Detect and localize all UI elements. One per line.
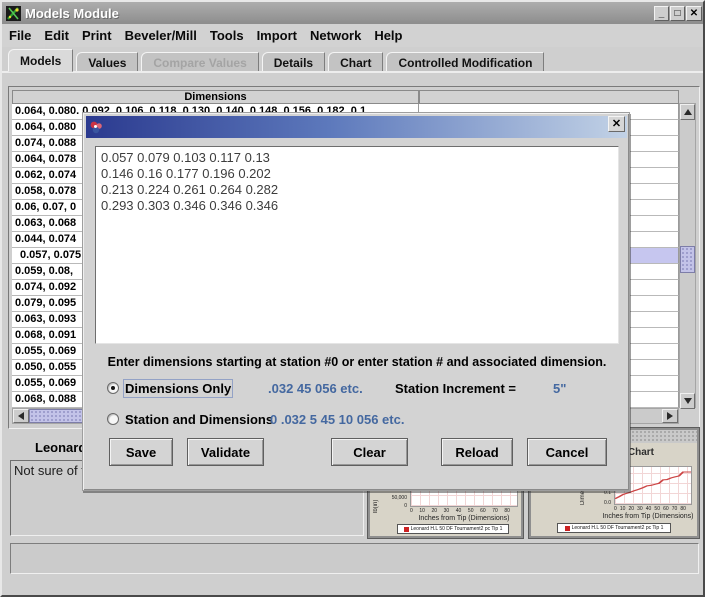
dimensions-only-label[interactable]: Dimensions Only <box>125 381 231 396</box>
tab-compare-values: Compare Values <box>141 52 258 72</box>
arrow-up-icon <box>684 109 692 115</box>
dimensions-textarea[interactable]: 0.057 0.079 0.103 0.117 0.13 0.146 0.16 … <box>95 146 619 344</box>
close-button[interactable]: ✕ <box>686 6 702 21</box>
menu-bar: File Edit Print Beveler/Mill Tools Impor… <box>2 24 703 47</box>
dialog-titlebar <box>86 116 627 138</box>
station-increment-label: Station Increment = <box>395 381 516 396</box>
tab-controlled-modification[interactable]: Controlled Modification <box>386 52 544 72</box>
left-legend-text: Leonard H.L 50 DF Tournament2 pc Tip 1 <box>411 526 503 532</box>
scroll-left-button[interactable] <box>13 409 29 423</box>
right-chart-xticks: 01020304050607080 <box>614 506 686 512</box>
app-icon <box>6 6 21 21</box>
right-legend-text: Leonard H.L 50 DF Tournament2 pc Tip 1 <box>572 525 664 531</box>
x-tick: 0 <box>614 506 617 512</box>
legend-swatch-icon <box>565 526 570 531</box>
right-ytick-1: 0.0 <box>585 500 611 506</box>
menu-beveler-mill[interactable]: Beveler/Mill <box>125 28 197 43</box>
vertical-scroll-thumb[interactable] <box>680 246 695 273</box>
tab-content-divider <box>2 71 703 73</box>
menu-print[interactable]: Print <box>82 28 112 43</box>
legend-swatch-icon <box>404 527 409 532</box>
x-tick: 20 <box>432 508 438 514</box>
cancel-button[interactable]: Cancel <box>527 438 607 466</box>
left-ytick-2: 0 <box>381 503 407 509</box>
comment-text: Not sure of t <box>14 463 85 478</box>
minimize-button[interactable]: _ <box>654 6 669 21</box>
model-name-label: Leonard <box>35 440 86 455</box>
dialog-instruction: Enter dimensions starting at station #0 … <box>95 355 619 369</box>
dialog-close-button[interactable]: ✕ <box>608 116 625 132</box>
menu-tools[interactable]: Tools <box>210 28 244 43</box>
x-tick: 80 <box>680 506 686 512</box>
arrow-left-icon <box>18 412 24 420</box>
reload-button[interactable]: Reload <box>441 438 513 466</box>
x-tick: 0 <box>410 508 413 514</box>
save-button[interactable]: Save <box>109 438 173 466</box>
left-chart-legend: Leonard H.L 50 DF Tournament2 pc Tip 1 <box>397 524 509 534</box>
x-tick: 80 <box>504 508 510 514</box>
left-ytick-1: 50,000 <box>381 495 407 501</box>
textarea-line: 0.213 0.224 0.261 0.264 0.282 <box>101 182 613 198</box>
menu-edit[interactable]: Edit <box>44 28 69 43</box>
tab-values[interactable]: Values <box>76 52 138 72</box>
x-tick: 10 <box>620 506 626 512</box>
maximize-button[interactable]: □ <box>670 6 685 21</box>
x-tick: 40 <box>456 508 462 514</box>
x-tick: 60 <box>663 506 669 512</box>
x-tick: 30 <box>637 506 643 512</box>
textarea-line: 0.146 0.16 0.177 0.196 0.202 <box>101 166 613 182</box>
menu-file[interactable]: File <box>9 28 31 43</box>
clear-button[interactable]: Clear <box>331 438 408 466</box>
title-bar: Models Module <box>2 2 703 24</box>
left-chart-xlabel: Inches from Tip (Dimensions) <box>410 515 518 522</box>
left-chart-xticks: 0 10 20 30 40 50 60 70 80 <box>410 508 510 514</box>
textarea-line: 0.057 0.079 0.103 0.117 0.13 <box>101 150 613 166</box>
x-tick: 20 <box>629 506 635 512</box>
station-increment-value: 5" <box>553 381 566 396</box>
values-column-header[interactable] <box>419 90 679 104</box>
dimensions-only-example: .032 45 056 etc. <box>268 381 363 396</box>
x-tick: 40 <box>646 506 652 512</box>
arrow-right-icon <box>667 412 673 420</box>
x-tick: 10 <box>419 508 425 514</box>
scroll-down-button[interactable] <box>680 393 695 409</box>
x-tick: 70 <box>672 506 678 512</box>
x-tick: 70 <box>492 508 498 514</box>
vertical-scrollbar[interactable] <box>679 103 696 408</box>
arrow-down-icon <box>684 398 692 404</box>
scroll-up-button[interactable] <box>680 104 695 120</box>
scroll-right-button[interactable] <box>662 409 678 423</box>
tab-models[interactable]: Models <box>8 49 73 72</box>
window-title: Models Module <box>25 6 119 21</box>
menu-help[interactable]: Help <box>374 28 402 43</box>
station-and-dimensions-radio[interactable] <box>107 413 119 425</box>
validate-button[interactable]: Validate <box>187 438 264 466</box>
tab-details[interactable]: Details <box>262 52 325 72</box>
app-window: Models Module _ □ ✕ File Edit Print Beve… <box>0 0 705 597</box>
enter-dimensions-dialog: ✕ 0.057 0.079 0.103 0.117 0.13 0.146 0.1… <box>82 112 630 491</box>
menu-network[interactable]: Network <box>310 28 361 43</box>
station-and-dimensions-example: 0 .032 5 45 10 056 etc. <box>270 412 404 427</box>
menu-import[interactable]: Import <box>257 28 297 43</box>
tab-chart[interactable]: Chart <box>328 52 383 72</box>
x-tick: 60 <box>480 508 486 514</box>
dimensions-column-header[interactable]: Dimensions <box>12 90 419 104</box>
dialog-app-icon <box>89 120 104 135</box>
dimensions-only-radio[interactable] <box>107 382 119 394</box>
x-tick: 50 <box>468 508 474 514</box>
right-chart-xlabel: Inches from Tip (Dimensions) <box>599 513 697 520</box>
x-tick: 30 <box>444 508 450 514</box>
textarea-line: 0.293 0.303 0.346 0.346 0.346 <box>101 198 613 214</box>
right-chart-legend: Leonard H.L 50 DF Tournament2 pc Tip 1 <box>557 523 671 533</box>
tab-bar: Models Values Compare Values Details Cha… <box>2 48 703 72</box>
status-field <box>10 543 699 574</box>
x-tick: 50 <box>654 506 660 512</box>
station-and-dimensions-label[interactable]: Station and Dimensions <box>125 412 273 427</box>
